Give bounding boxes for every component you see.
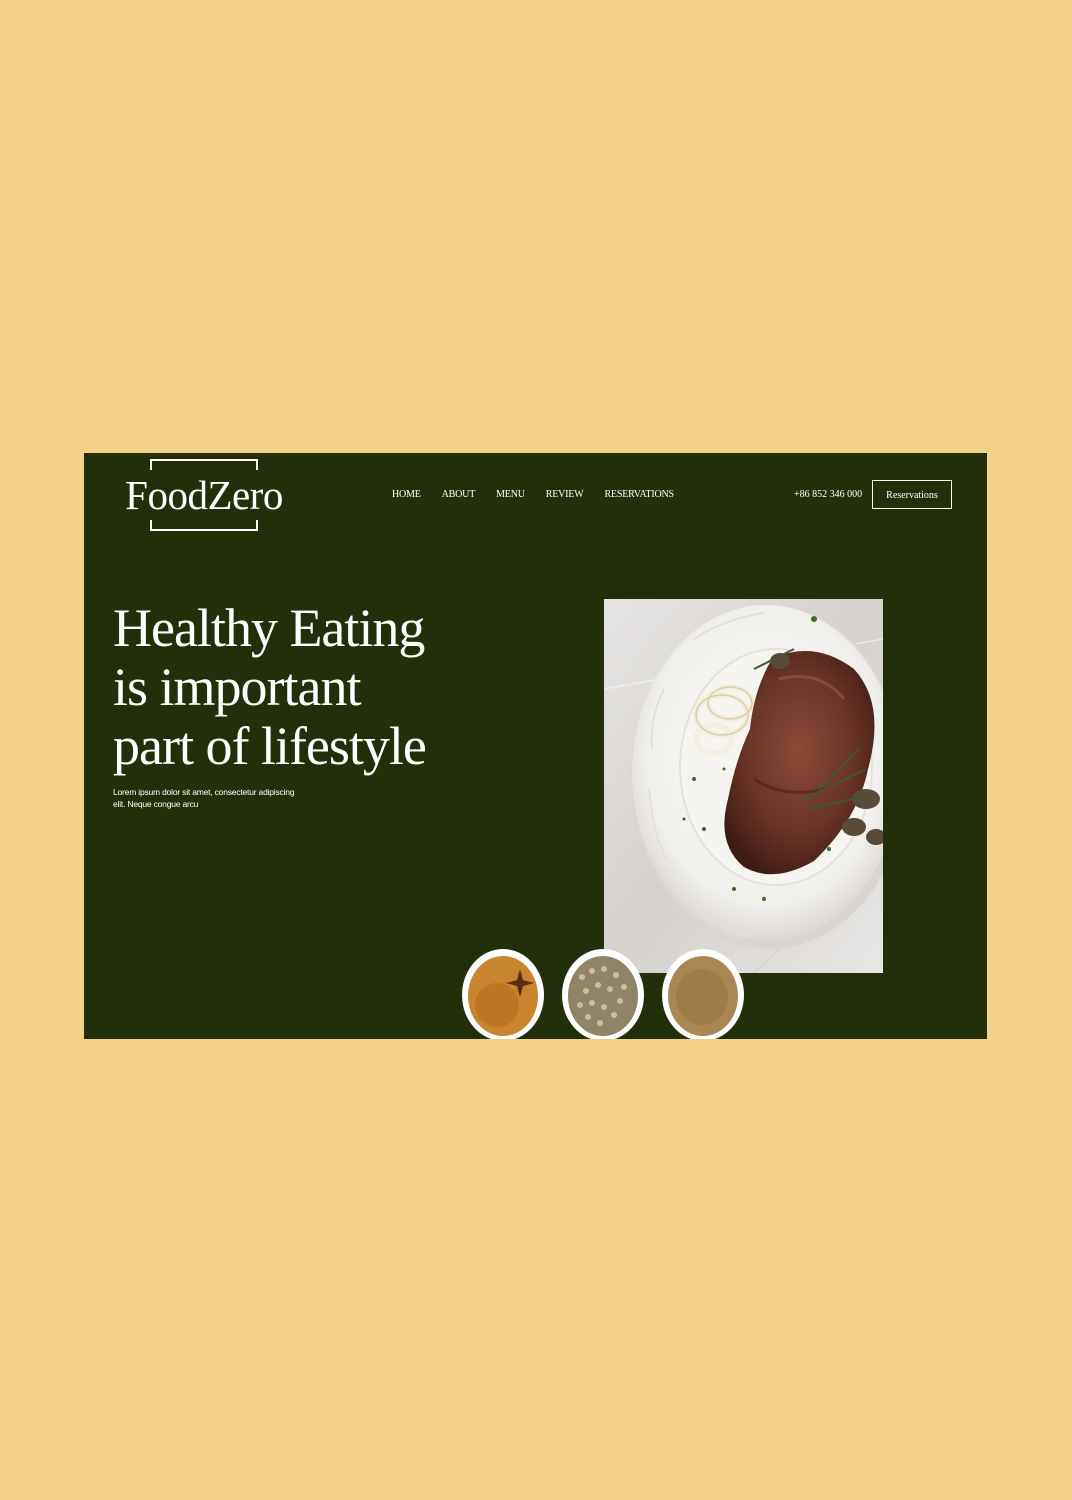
nav-reservations[interactable]: RESERVATIONS <box>604 489 674 500</box>
hero-subtext: Lorem ipsum dolor sit amet, consectetur … <box>113 786 313 810</box>
main-nav: HOME ABOUT MENU REVIEW RESERVATIONS <box>392 489 674 500</box>
peppercorn-bowl-illustration <box>562 949 644 1039</box>
nav-about[interactable]: ABOUT <box>442 489 476 500</box>
nav-review[interactable]: REVIEW <box>546 489 584 500</box>
headline-line: Healthy Eating <box>113 598 425 658</box>
headline-line: part of lifestyle <box>113 716 427 776</box>
spice-bowl-ground <box>662 947 744 1039</box>
spice-bowl-cinnamon <box>462 947 544 1039</box>
reservations-button[interactable]: Reservations <box>872 480 952 509</box>
steak-plate-image <box>604 599 883 973</box>
subtext-line: Lorem ipsum dolor sit amet, consectetur … <box>113 787 295 797</box>
subtext-line: elit. Neque congue arcu <box>113 799 199 809</box>
cinnamon-bowl-illustration <box>462 949 544 1039</box>
spice-bowl-peppercorn <box>562 947 644 1039</box>
phone-number[interactable]: +86 852 346 000 <box>794 489 862 500</box>
hero-section: FoodZero HOME ABOUT MENU REVIEW RESERVAT… <box>84 453 987 1039</box>
steak-plate-illustration <box>604 599 883 973</box>
logo-text: FoodZero <box>118 470 290 520</box>
hero-headline: Healthy Eating is important part of life… <box>113 599 493 776</box>
logo[interactable]: FoodZero <box>118 459 290 531</box>
nav-menu[interactable]: MENU <box>496 489 525 500</box>
headline-line: is important <box>113 657 361 717</box>
ground-spice-bowl-illustration <box>662 949 744 1039</box>
nav-home[interactable]: HOME <box>392 489 421 500</box>
